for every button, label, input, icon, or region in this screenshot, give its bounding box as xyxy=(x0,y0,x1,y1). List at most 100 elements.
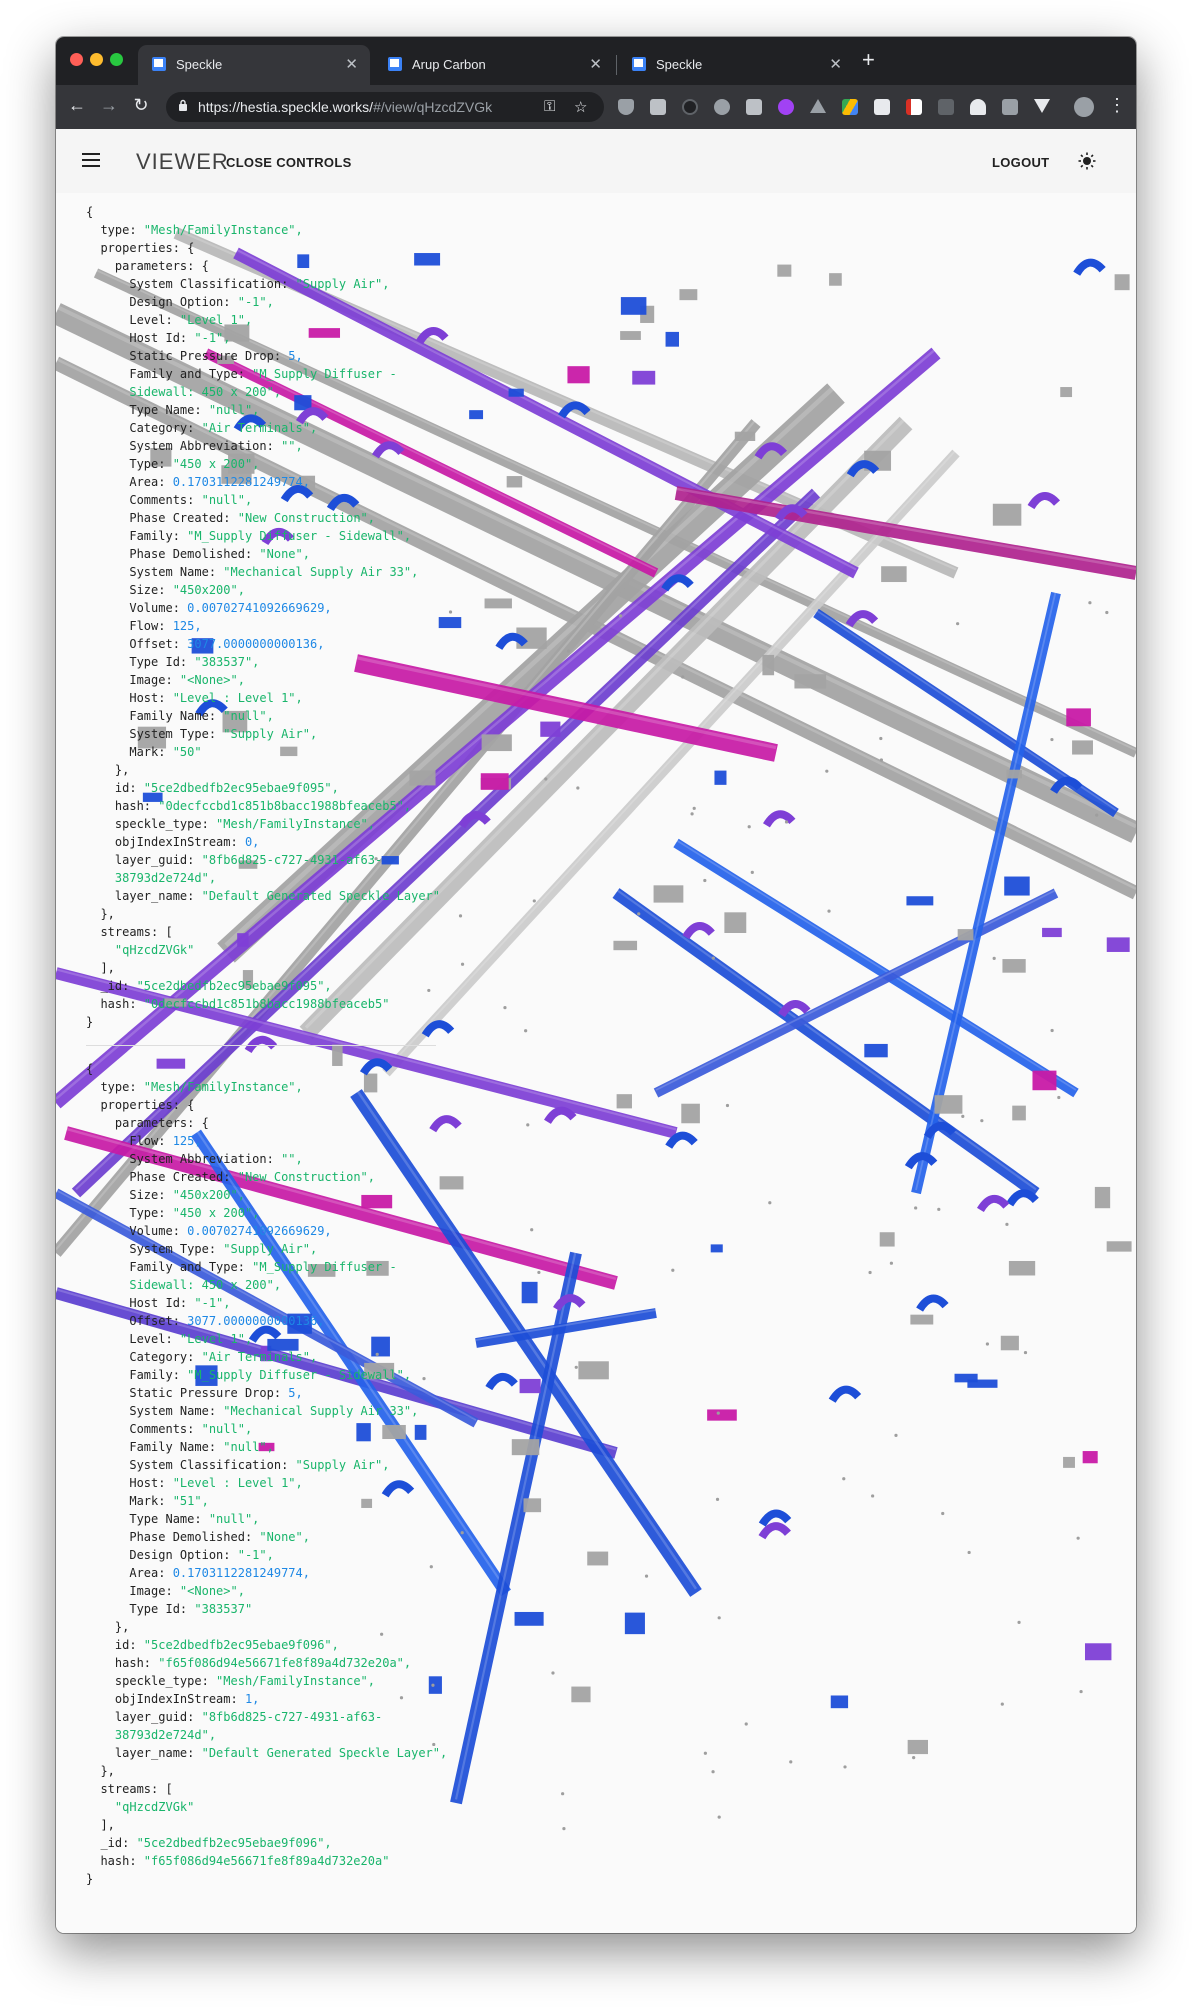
grille-dot xyxy=(532,899,536,903)
json-string-value: "51", xyxy=(172,1494,209,1508)
json-string-value: "null", xyxy=(208,403,260,417)
extension-print-icon[interactable] xyxy=(746,99,762,115)
json-line: parameters: { xyxy=(86,257,466,275)
duct-fitting xyxy=(881,566,907,583)
grille-dot xyxy=(956,622,960,626)
json-key: Host Id: xyxy=(86,331,195,345)
duct-elbow xyxy=(1006,1189,1039,1207)
url-host: https://hestia.speckle.works/ xyxy=(198,99,374,115)
grille-dot xyxy=(561,1792,565,1796)
json-string-value: "Supply Air", xyxy=(295,277,390,291)
duct-fitting xyxy=(1032,1070,1057,1091)
reload-button[interactable]: ↻ xyxy=(130,95,152,116)
json-line: Static Pressure Drop: 5, xyxy=(86,347,466,365)
extension-crown-icon[interactable] xyxy=(970,99,986,115)
json-line: hash: "0decfccbd1c851b8bacc1988bfeaceb5" xyxy=(86,995,466,1013)
tab-close-icon[interactable]: ✕ xyxy=(829,55,842,73)
profile-avatar[interactable] xyxy=(1074,97,1094,117)
json-key: Design Option: xyxy=(86,295,238,309)
extension-v-icon[interactable] xyxy=(1034,99,1050,113)
json-key: Family Name: xyxy=(86,709,224,723)
duct-elbow xyxy=(828,1385,862,1403)
forward-button[interactable]: → xyxy=(98,95,120,116)
extension-camera-icon[interactable] xyxy=(650,99,666,115)
page-title: VIEWER xyxy=(136,149,229,174)
close-controls-button[interactable]: CLOSE CONTROLS xyxy=(226,155,352,170)
extension-shield-icon[interactable] xyxy=(618,99,634,115)
grille-dot xyxy=(784,820,789,824)
duct-fitting xyxy=(481,734,512,752)
json-string-value: "450x200", xyxy=(172,583,245,597)
tab-speckle-1[interactable]: Speckle ✕ xyxy=(138,45,370,85)
grille-dot xyxy=(961,1114,965,1118)
json-line: Design Option: "-1", xyxy=(86,293,466,311)
json-line: Flow: 125, xyxy=(86,617,466,635)
json-line: type: "Mesh/FamilyInstance", xyxy=(86,1078,466,1096)
address-bar[interactable]: https://hestia.speckle.works/#/view/qHzc… xyxy=(166,92,604,122)
duct-fitting xyxy=(1072,740,1093,755)
json-string-value: "", xyxy=(281,1152,303,1166)
extension-circle-icon[interactable] xyxy=(682,99,698,115)
duct-fitting xyxy=(653,885,684,903)
json-string-value: "null", xyxy=(208,1512,260,1526)
grille-dot xyxy=(937,1207,941,1211)
json-key: }, xyxy=(86,763,130,777)
tab-title: Speckle xyxy=(656,57,703,72)
json-line: Sidewall: 450 x 200", xyxy=(86,1276,466,1294)
duct-fitting xyxy=(879,1232,895,1247)
json-line: Area: 0.1703112281249774, xyxy=(86,1564,466,1582)
duct-fitting xyxy=(957,929,974,941)
grille-dot xyxy=(566,649,571,653)
tab-speckle-2[interactable]: Speckle ✕ xyxy=(618,45,854,85)
app-bar: VIEWER CLOSE CONTROLS LOGOUT xyxy=(56,129,1136,193)
google-drive-icon[interactable] xyxy=(842,99,858,115)
grille-dot xyxy=(717,1616,721,1620)
zoom-window-button[interactable] xyxy=(110,53,123,66)
tab-arup-carbon[interactable]: Arup Carbon ✕ xyxy=(374,45,614,85)
duct-fitting xyxy=(616,1094,632,1109)
extension-doc-icon[interactable] xyxy=(874,99,890,115)
json-key: Design Option: xyxy=(86,1548,238,1562)
json-string-value: "f65f086d94e56671fe8f89a4d732e20a" xyxy=(143,1854,390,1868)
json-line: _id: "5ce2dbedfb2ec95ebae9f095", xyxy=(86,977,466,995)
back-button[interactable]: ← xyxy=(66,95,88,116)
duct-fitting xyxy=(934,1095,963,1114)
duct-fitting xyxy=(679,289,698,301)
extension-g-icon[interactable] xyxy=(938,99,954,115)
duct-fitting xyxy=(519,1378,541,1394)
json-key: Image: xyxy=(86,673,180,687)
extension-bulb-icon[interactable] xyxy=(714,99,730,115)
logout-button[interactable]: LOGOUT xyxy=(992,155,1049,170)
extension-purple-icon[interactable] xyxy=(778,99,794,115)
json-key: Offset: xyxy=(86,637,188,651)
extension-chat-icon[interactable] xyxy=(1002,99,1018,115)
close-window-button[interactable] xyxy=(70,53,83,66)
browser-menu-icon[interactable]: ⋮ xyxy=(1108,95,1126,116)
tab-close-icon[interactable]: ✕ xyxy=(345,55,358,73)
json-number-value: 0.1703112281249774, xyxy=(172,475,310,489)
theme-toggle-sun-icon[interactable] xyxy=(1078,152,1096,170)
json-key: Type: xyxy=(86,457,173,471)
bookmark-star-icon[interactable]: ☆ xyxy=(574,98,587,116)
json-key: objIndexInStream: xyxy=(86,1692,245,1706)
duct-elbow xyxy=(544,1106,577,1125)
grille-dot xyxy=(574,1365,578,1369)
minimize-window-button[interactable] xyxy=(90,53,103,66)
json-string-value: "M_Supply Diffuser - xyxy=(252,1260,397,1274)
json-line: type: "Mesh/FamilyInstance", xyxy=(86,221,466,239)
duct-fitting xyxy=(830,1695,849,1709)
json-line: }, xyxy=(86,905,466,923)
json-number-value: 125, xyxy=(172,1134,202,1148)
grille-dot xyxy=(618,614,623,618)
key-icon[interactable]: ⚿ xyxy=(544,98,555,115)
menu-icon[interactable] xyxy=(82,153,100,167)
json-key: Phase Demolished: xyxy=(86,547,260,561)
tab-close-icon[interactable]: ✕ xyxy=(589,55,602,73)
new-tab-button[interactable]: + xyxy=(862,49,875,71)
json-key: Family: xyxy=(86,1368,188,1382)
extension-triangle-icon[interactable] xyxy=(810,99,826,113)
json-line: 38793d2e724d", xyxy=(86,1726,466,1744)
extension-red-icon[interactable] xyxy=(906,99,922,115)
3d-viewer[interactable]: { type: "Mesh/FamilyInstance", propertie… xyxy=(56,193,1136,1933)
duct-fitting xyxy=(632,370,656,385)
